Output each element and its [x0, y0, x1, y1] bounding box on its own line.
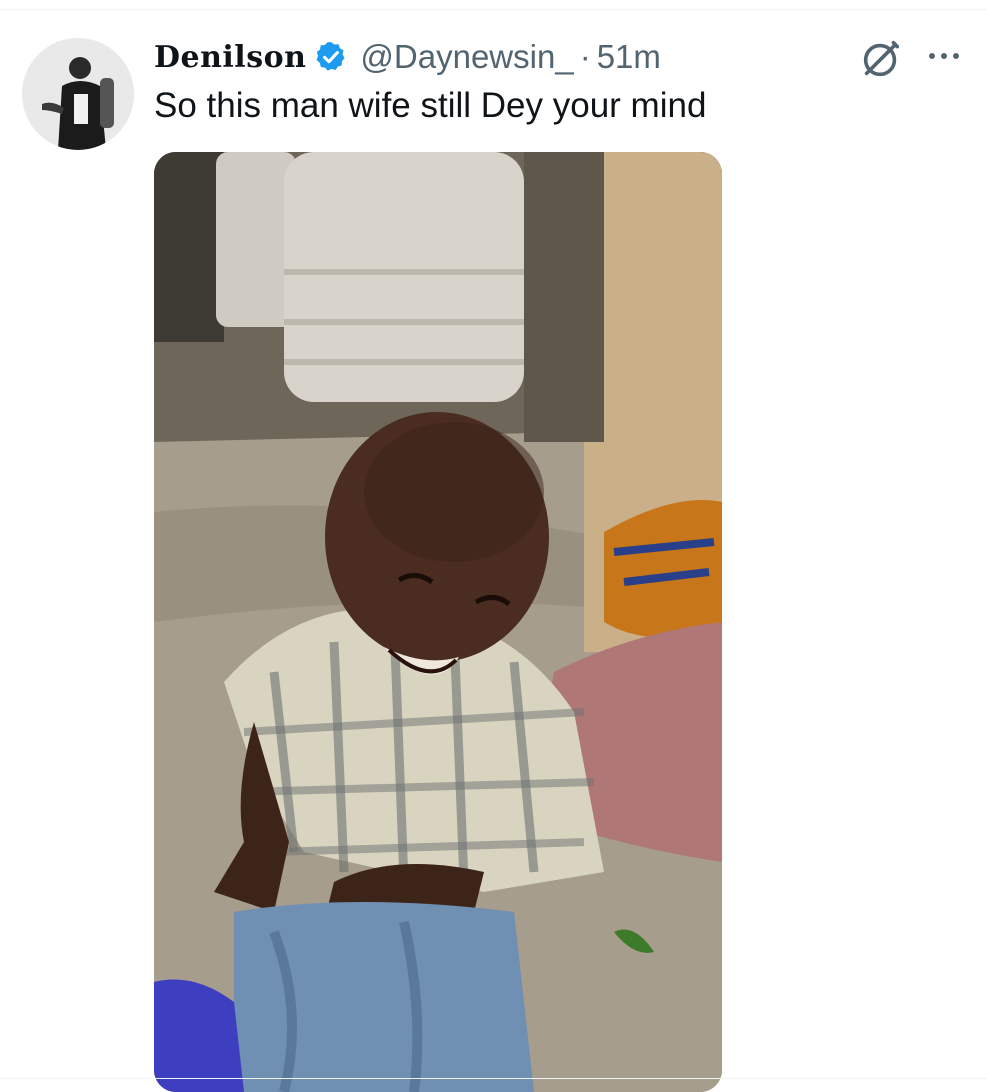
author-handle[interactable]: @Daynewsin_ — [360, 38, 573, 76]
verified-badge-icon — [314, 40, 348, 74]
display-name[interactable]: Denilson — [154, 40, 306, 75]
separator-dot: · — [579, 38, 591, 75]
bottom-divider — [0, 1078, 987, 1079]
top-divider — [0, 9, 987, 10]
more-options-icon[interactable] — [924, 44, 964, 68]
avatar[interactable] — [22, 38, 134, 150]
tweet-media-photo[interactable] — [154, 152, 722, 1092]
grok-icon[interactable] — [858, 36, 904, 82]
tweet-text: So this man wife still Dey your mind — [154, 86, 707, 125]
tweet-header: Denilson @Daynewsin_ · 51m — [154, 36, 661, 78]
timestamp[interactable]: 51m — [597, 38, 661, 76]
